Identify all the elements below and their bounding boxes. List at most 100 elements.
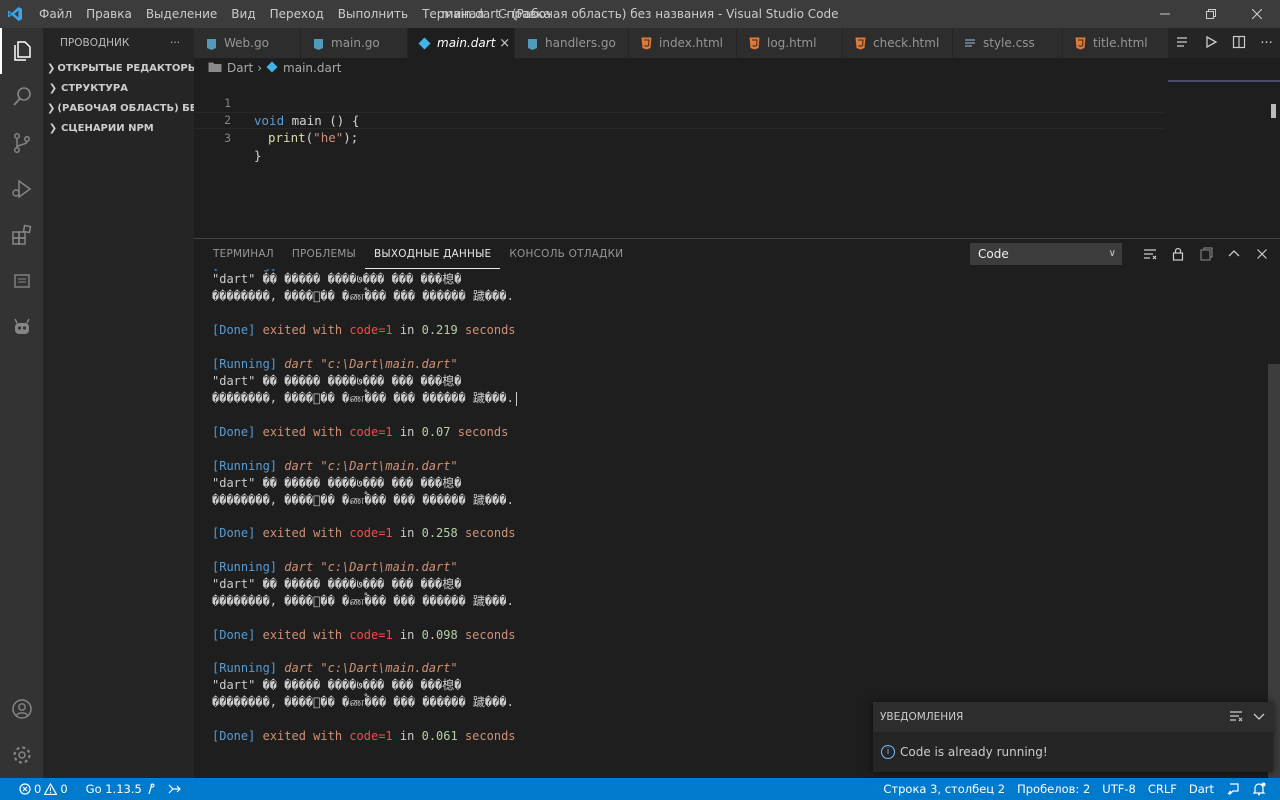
- code-line: 2 print("he");: [194, 95, 1164, 145]
- code-line: 1 void main () {: [194, 78, 1164, 128]
- tab-style-css[interactable]: style.css: [953, 28, 1063, 58]
- chevron-right-icon: ❯: [48, 122, 58, 134]
- garbled-text: "dart" �� ����� ����७��� ��� ���㮩�: [212, 272, 462, 286]
- menu-file[interactable]: Файл: [32, 0, 79, 28]
- in-text: in: [399, 729, 415, 743]
- language-status[interactable]: Dart: [1183, 782, 1220, 796]
- window-controls: [1142, 0, 1280, 28]
- extensions-activity[interactable]: [0, 212, 43, 258]
- eol-status[interactable]: CRLF: [1142, 782, 1183, 796]
- notification-toast: УВЕДОМЛЕНИЯ i Code is already running!: [873, 702, 1273, 772]
- extensions-icon: [11, 224, 31, 245]
- breadcrumb: Dart › main.dart: [194, 58, 341, 78]
- feedback-status[interactable]: [1220, 782, 1246, 796]
- manage-activity[interactable]: [0, 732, 43, 778]
- html-file-icon: [1073, 36, 1087, 50]
- run-debug-activity[interactable]: [0, 166, 43, 212]
- warning-count: 0: [60, 782, 68, 796]
- open-log-icon[interactable]: [1198, 246, 1214, 262]
- vscode-logo-icon[interactable]: [0, 0, 30, 28]
- running-line: [Running] dart "c:\Dart\main.dart": [212, 660, 458, 677]
- restore-button[interactable]: [1188, 0, 1234, 28]
- output-channel-select[interactable]: Code ∨: [970, 243, 1122, 265]
- encoding-status[interactable]: UTF-8: [1096, 782, 1142, 796]
- menu-help[interactable]: Справка: [491, 0, 558, 28]
- warning-icon: [44, 783, 58, 795]
- menu-edit[interactable]: Правка: [79, 0, 139, 28]
- editor-tabs: Web.go main.go main.dart × handlers.go i…: [194, 28, 1280, 58]
- menu-run[interactable]: Выполнить: [331, 0, 415, 28]
- breadcrumb-file[interactable]: main.dart: [283, 61, 341, 75]
- garbled-text: "dart" �� ����� ����७��� ��� ���㮩�: [212, 577, 462, 591]
- notifications-status[interactable]: [1246, 782, 1272, 796]
- clear-notifications-icon[interactable]: [1229, 710, 1243, 725]
- line-code: }: [254, 147, 262, 164]
- garbled-text: ��������, ����ᮬ�� �ணࠬ��� ��� ������ 䠩���…: [212, 391, 514, 405]
- maximize-panel-icon[interactable]: [1226, 246, 1242, 262]
- output-log[interactable]: [Running] "dart" �� ����� ����७��� ��� �…: [212, 269, 1252, 774]
- tab-label: style.css: [983, 36, 1035, 50]
- running-tag: [Running]: [212, 560, 278, 574]
- minimize-button[interactable]: [1142, 0, 1188, 28]
- problems-status[interactable]: 0 0: [13, 782, 74, 796]
- more-actions-icon[interactable]: ···: [170, 37, 180, 49]
- tab-output[interactable]: ВЫХОДНЫЕ ДАННЫЕ: [365, 239, 500, 269]
- tab-check-html[interactable]: check.html: [843, 28, 953, 58]
- lock-icon[interactable]: [1170, 246, 1186, 262]
- exited-text: exited with: [262, 323, 343, 337]
- tab-main-go[interactable]: main.go: [301, 28, 408, 58]
- go-version-status[interactable]: Go 1.13.5: [80, 782, 161, 796]
- tab-main-dart[interactable]: main.dart ×: [408, 28, 515, 58]
- tab-label: Web.go: [224, 36, 269, 50]
- tab-handlers-go[interactable]: handlers.go: [515, 28, 629, 58]
- cursor-position-status[interactable]: Строка 3, столбец 2: [877, 782, 1011, 796]
- tab-web-go[interactable]: Web.go: [194, 28, 301, 58]
- more-actions-icon[interactable]: ···: [1260, 36, 1272, 51]
- output-line: ��������, ����ᮬ�� �ணࠬ��� ��� ������ 䠩���…: [212, 492, 514, 509]
- accounts-activity[interactable]: [0, 686, 43, 732]
- open-preview-icon[interactable]: [1175, 35, 1189, 52]
- garbled-text: "dart" �� ����� ����७��� ��� ���㮩�: [212, 678, 462, 692]
- tab-index-html[interactable]: index.html: [629, 28, 737, 58]
- tab-problems[interactable]: ПРОБЛЕМЫ: [283, 239, 365, 269]
- tab-title-html[interactable]: title.html: [1063, 28, 1171, 58]
- run-code-icon[interactable]: [1204, 35, 1218, 52]
- section-open-editors[interactable]: ❯ ОТКРЫТЫЕ РЕДАКТОРЫ: [43, 58, 194, 78]
- section-npm-scripts[interactable]: ❯ СЦЕНАРИИ NPM: [43, 118, 194, 138]
- breadcrumb-folder[interactable]: Dart: [227, 61, 253, 75]
- split-editor-icon[interactable]: [1232, 35, 1246, 52]
- live-share-status[interactable]: [161, 783, 187, 795]
- tab-log-html[interactable]: log.html: [737, 28, 843, 58]
- editor-scrollbar[interactable]: [1271, 104, 1276, 118]
- close-tab-icon[interactable]: ×: [495, 36, 514, 51]
- indentation-status[interactable]: Пробелов: 2: [1011, 782, 1096, 796]
- output-line: "dart" �� ����� ����७��� ��� ���㮩�: [212, 677, 461, 694]
- menu-go[interactable]: Переход: [263, 0, 331, 28]
- close-panel-icon[interactable]: [1254, 246, 1270, 262]
- clear-output-icon[interactable]: [1142, 246, 1158, 262]
- close-window-button[interactable]: [1234, 0, 1280, 28]
- tab-terminal[interactable]: ТЕРМИНАЛ: [204, 239, 283, 269]
- search-activity[interactable]: [0, 74, 43, 120]
- menu-terminal[interactable]: Терминал: [415, 0, 491, 28]
- garbled-text: ��������, ����ᮬ�� �ணࠬ��� ��� ������ 䠩���…: [212, 695, 514, 709]
- gear-icon: [12, 746, 31, 764]
- search-icon: [12, 87, 31, 106]
- menu-view[interactable]: Вид: [224, 0, 262, 28]
- output-activity[interactable]: [0, 258, 43, 304]
- tab-label: index.html: [659, 36, 723, 50]
- bell-icon: [1252, 782, 1266, 796]
- code-editor[interactable]: 1 void main () { 2 print("he"); 3 }: [194, 78, 1280, 238]
- section-outline[interactable]: ❯ СТРУКТУРА: [43, 78, 194, 98]
- source-control-activity[interactable]: [0, 120, 43, 166]
- minimap[interactable]: [1168, 80, 1280, 82]
- robot-activity[interactable]: [0, 304, 43, 350]
- menu-selection[interactable]: Выделение: [139, 0, 224, 28]
- tab-debug-console[interactable]: КОНСОЛЬ ОТЛАДКИ: [500, 239, 632, 269]
- activity-bottom: [0, 686, 43, 778]
- chevron-down-icon[interactable]: [1253, 710, 1265, 725]
- explorer-activity[interactable]: [0, 28, 43, 74]
- running-command: dart "c:\Dart\main.dart": [284, 661, 458, 675]
- section-label: ОТКРЫТЫЕ РЕДАКТОРЫ: [57, 62, 194, 74]
- section-workspace[interactable]: ❯(РАБОЧАЯ ОБЛАСТЬ) БЕЗ ...: [43, 98, 194, 118]
